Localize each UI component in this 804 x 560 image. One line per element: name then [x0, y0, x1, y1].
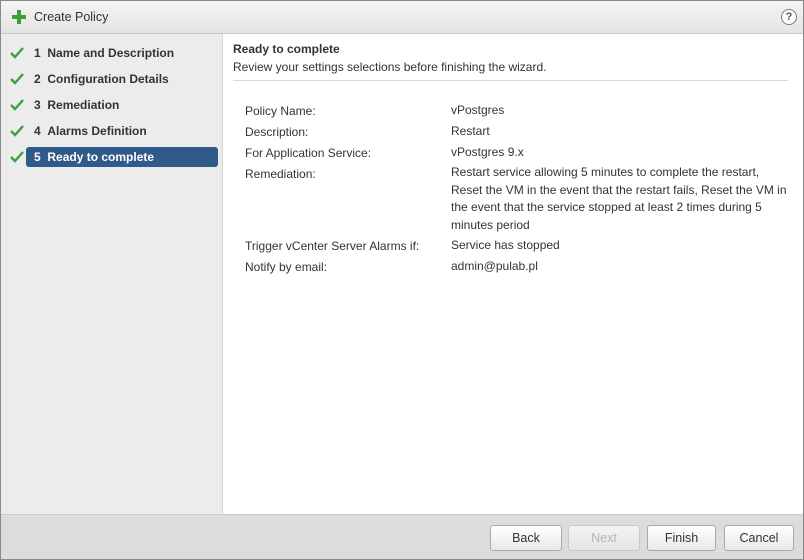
step-remediation[interactable]: 3 Remediation [1, 94, 222, 116]
checkmark-icon [10, 47, 24, 59]
help-icon[interactable]: ? [781, 9, 797, 25]
next-button[interactable]: Next [568, 525, 640, 551]
step-number: 3 [34, 98, 41, 112]
step-ready-to-complete[interactable]: 5 Ready to complete [1, 146, 222, 168]
field-label-trigger-alarms: Trigger vCenter Server Alarms if: [245, 239, 420, 253]
checkmark-icon [10, 99, 24, 111]
step-number: 2 [34, 72, 41, 86]
step-name-and-description[interactable]: 1 Name and Description [1, 42, 222, 64]
checkmark-icon [10, 73, 24, 85]
divider [233, 80, 788, 81]
cancel-button[interactable]: Cancel [724, 525, 794, 551]
field-value-application-service: vPostgres 9.x [451, 145, 524, 159]
field-label-notify-email: Notify by email: [245, 260, 328, 274]
checkmark-icon [10, 151, 24, 163]
step-number: 4 [34, 124, 41, 138]
step-label: Alarms Definition [47, 124, 147, 138]
field-label-remediation: Remediation: [245, 167, 316, 181]
field-label-application-service: For Application Service: [245, 146, 372, 160]
finish-button[interactable]: Finish [647, 525, 716, 551]
add-icon [12, 10, 26, 24]
field-value-remediation: Restart service allowing 5 minutes to co… [451, 165, 787, 232]
step-alarms-definition[interactable]: 4 Alarms Definition [1, 120, 222, 142]
step-label: Ready to complete [47, 150, 155, 164]
step-number: 1 [34, 46, 41, 60]
create-policy-dialog: Create Policy ? 1 Name and Description 2… [0, 0, 804, 560]
step-number: 5 [34, 150, 41, 164]
field-value-trigger-alarms: Service has stopped [451, 238, 560, 252]
page-subtitle: Review your settings selections before f… [233, 60, 547, 74]
field-value-description: Restart [451, 124, 490, 138]
wizard-steps-sidebar: 1 Name and Description 2 Configuration D… [1, 34, 223, 514]
step-label: Configuration Details [47, 72, 169, 86]
field-label-policy-name: Policy Name: [245, 104, 316, 118]
step-label: Name and Description [47, 46, 175, 60]
field-label-description: Description: [245, 125, 309, 139]
back-button[interactable]: Back [490, 525, 562, 551]
step-configuration-details[interactable]: 2 Configuration Details [1, 68, 222, 90]
footer-button-bar: Back Next Finish Cancel [1, 514, 803, 559]
main-content: Ready to complete Review your settings s… [223, 34, 803, 514]
field-value-policy-name: vPostgres [451, 103, 505, 117]
page-title: Ready to complete [233, 42, 340, 56]
field-value-notify-email: admin@pulab.pl [451, 259, 538, 273]
checkmark-icon [10, 125, 24, 137]
dialog-title: Create Policy [34, 10, 109, 24]
title-bar: Create Policy ? [1, 1, 803, 34]
step-label: Remediation [47, 98, 120, 112]
